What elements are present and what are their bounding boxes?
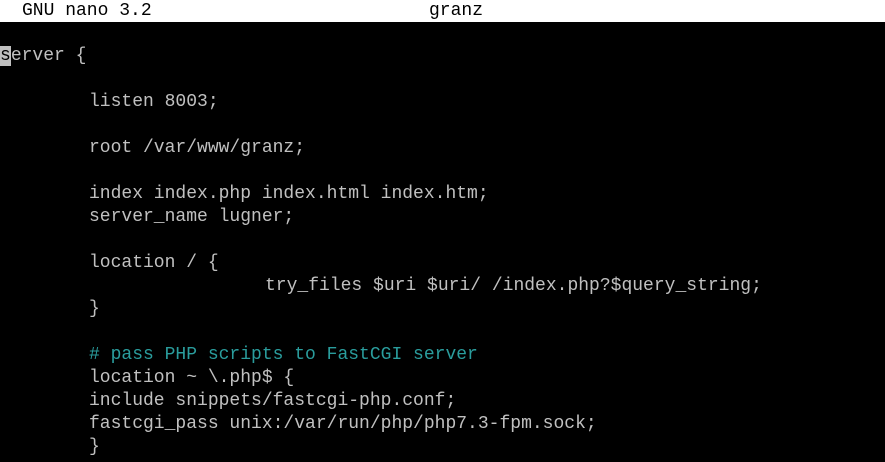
editor-line[interactable]: index index.php index.html index.htm; — [0, 183, 885, 206]
editor-line[interactable]: listen 8003; — [0, 91, 885, 114]
editor-line[interactable]: location / { — [0, 252, 885, 275]
app-version-label: GNU nano 3.2 — [22, 1, 152, 21]
editor-line[interactable]: try_files $uri $uri/ /index.php?$query_s… — [0, 275, 885, 298]
editor-line[interactable] — [0, 68, 885, 91]
filename-label: granz — [429, 1, 484, 21]
editor-line[interactable]: server { — [0, 45, 885, 68]
code-text: try_files $uri $uri/ /index.php?$query_s… — [265, 276, 762, 296]
code-text: } — [89, 437, 100, 457]
editor-line[interactable]: location ~ \.php$ { — [0, 367, 885, 390]
editor-line[interactable]: } — [0, 436, 885, 459]
code-text: server { — [0, 46, 87, 66]
code-text: fastcgi_pass unix:/var/run/php/php7.3-fp… — [89, 414, 597, 434]
code-text: listen 8003; — [89, 92, 219, 112]
editor-line[interactable]: # pass PHP scripts to FastCGI server — [0, 344, 885, 367]
editor-line[interactable]: include snippets/fastcgi-php.conf; — [0, 390, 885, 413]
nano-title-bar: GNU nano 3.2 granz — [0, 0, 885, 22]
code-comment: # pass PHP scripts to FastCGI server — [89, 345, 478, 365]
editor-line[interactable] — [0, 160, 885, 183]
code-text: } — [89, 299, 100, 319]
code-text: server_name lugner; — [89, 207, 295, 227]
editor-line[interactable] — [0, 321, 885, 344]
code-text: root /var/www/granz; — [89, 138, 306, 158]
editor-line[interactable] — [0, 229, 885, 252]
code-text: include snippets/fastcgi-php.conf; — [89, 391, 457, 411]
code-text: index index.php index.html index.htm; — [89, 184, 489, 204]
code-text: location / { — [89, 253, 219, 273]
editor-line[interactable]: } — [0, 298, 885, 321]
text-cursor: s — [0, 46, 11, 66]
text-editor-area[interactable]: server { listen 8003; root /var/www/granz;… — [0, 45, 885, 459]
editor-line[interactable]: root /var/www/granz; — [0, 137, 885, 160]
editor-line[interactable]: fastcgi_pass unix:/var/run/php/php7.3-fp… — [0, 413, 885, 436]
editor-line[interactable]: server_name lugner; — [0, 206, 885, 229]
editor-line[interactable] — [0, 114, 885, 137]
code-text: location ~ \.php$ { — [89, 368, 295, 388]
